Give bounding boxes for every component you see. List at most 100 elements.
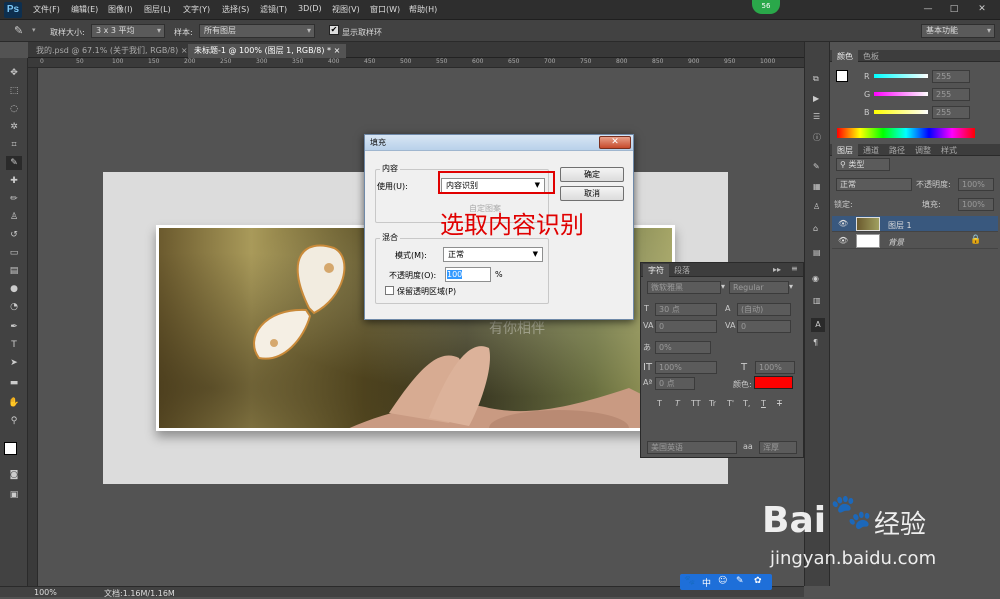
menu-file[interactable]: 文件(F) — [33, 4, 60, 15]
language-select[interactable]: 美国英语 — [647, 441, 737, 454]
smiley-icon[interactable]: ☺ — [718, 576, 727, 586]
menu-help[interactable]: 帮助(H) — [409, 4, 437, 15]
menu-type[interactable]: 文字(Y) — [183, 4, 210, 15]
baseline-shift-input[interactable]: 0 点 — [655, 377, 695, 390]
r-slider[interactable] — [874, 74, 928, 78]
character-panel-icon[interactable]: A — [811, 318, 825, 332]
info-icon[interactable]: ⓘ — [813, 132, 821, 143]
font-family-select[interactable]: 微软雅黑 — [647, 281, 721, 294]
gradient-tool-icon[interactable]: ▤ — [6, 264, 22, 278]
tracking-input[interactable]: 0 — [737, 320, 791, 333]
layer-name[interactable]: 图层 1 — [888, 220, 912, 231]
vertical-scale-input[interactable]: 100% — [655, 361, 717, 374]
visibility-eye-icon[interactable]: 👁 — [838, 236, 848, 245]
panel-menu-icon[interactable]: ≡ — [791, 264, 798, 273]
screen-mode-icon[interactable]: ▣ — [6, 488, 22, 502]
color-ramp[interactable] — [837, 128, 975, 138]
font-size-input[interactable]: 30 点 — [655, 303, 717, 316]
tab-my-psd[interactable]: 我的.psd @ 67.1% (关于我们, RGB/8) × — [30, 44, 194, 58]
paragraph-panel-icon[interactable]: ¶ — [813, 338, 818, 347]
layer-filter-select[interactable]: ⚲ 类型 — [836, 158, 890, 171]
crop-tool-icon[interactable]: ⌗ — [6, 138, 22, 152]
ok-button[interactable]: 确定 — [560, 167, 624, 182]
g-slider[interactable] — [874, 92, 928, 96]
layer-opacity-input[interactable]: 100% — [958, 178, 994, 191]
path-selection-tool-icon[interactable]: ➤ — [6, 356, 22, 370]
dodge-tool-icon[interactable]: ◔ — [6, 300, 22, 314]
pencil-icon[interactable]: ✎ — [736, 576, 744, 586]
tool-presets-icon[interactable]: ⌂ — [813, 224, 818, 233]
layer-name[interactable]: 背景 — [888, 237, 904, 248]
layer-fill-input[interactable]: 100% — [958, 198, 994, 211]
visibility-eye-icon[interactable]: 👁 — [838, 219, 848, 228]
eraser-tool-icon[interactable]: ▭ — [6, 246, 22, 260]
eyedropper-tool-icon[interactable]: ✎ — [6, 156, 22, 170]
eyedropper-tool-icon[interactable]: ✎ — [14, 24, 23, 37]
tsume-input[interactable]: 0% — [655, 341, 711, 354]
tab-character[interactable]: 字符 — [643, 264, 669, 277]
magic-wand-tool-icon[interactable]: ✲ — [6, 120, 22, 134]
menu-window[interactable]: 窗口(W) — [370, 4, 400, 15]
faux-bold-icon[interactable]: T — [657, 399, 662, 408]
rectangle-tool-icon[interactable]: ▬ — [6, 376, 22, 390]
preserve-transparency-checkbox[interactable] — [385, 286, 394, 295]
tab-swatches[interactable]: 色板 — [858, 50, 884, 63]
hand-tool-icon[interactable]: ✋ — [6, 396, 22, 410]
superscript-icon[interactable]: T' — [727, 399, 734, 408]
close-tab-icon[interactable]: × — [334, 46, 341, 55]
tool-preset-chevron-icon[interactable]: ▾ — [32, 26, 36, 34]
menu-image[interactable]: 图像(I) — [108, 4, 133, 15]
tab-color[interactable]: 颜色 — [832, 50, 858, 63]
blur-tool-icon[interactable]: ● — [6, 282, 22, 296]
type-tool-icon[interactable]: T — [6, 338, 22, 352]
move-tool-icon[interactable]: ✥ — [6, 66, 22, 80]
foreground-color-swatch[interactable] — [4, 442, 17, 455]
collapse-panel-icon[interactable]: ▸▸ — [773, 265, 781, 274]
anti-aliasing-select[interactable]: 浑厚 — [759, 441, 797, 454]
maximize-button[interactable]: □ — [944, 2, 964, 16]
history-brush-tool-icon[interactable]: ↺ — [6, 228, 22, 242]
faux-italic-icon[interactable]: T — [675, 399, 680, 408]
layer-blend-select[interactable]: 正常 — [836, 178, 912, 191]
sample-select[interactable]: 所有图层 ▾ — [199, 24, 315, 38]
paw-icon[interactable]: 🐾 — [684, 576, 695, 586]
chinese-input-icon[interactable]: 中 — [702, 576, 711, 589]
properties-icon[interactable]: ☰ — [813, 112, 820, 121]
menu-edit[interactable]: 编辑(E) — [71, 4, 98, 15]
workspace-select[interactable]: 基本功能 ▾ — [921, 24, 995, 38]
brush-panel-icon[interactable]: ▦ — [813, 182, 821, 191]
all-caps-icon[interactable]: TT — [691, 399, 701, 408]
zoom-tool-icon[interactable]: ⚲ — [6, 414, 22, 428]
tab-channels[interactable]: 通道 — [858, 144, 884, 157]
horizontal-scale-input[interactable]: 100% — [755, 361, 795, 374]
kuler-icon[interactable]: ◉ — [812, 274, 819, 283]
b-input[interactable]: 255 — [932, 106, 970, 119]
sample-size-select[interactable]: 3 x 3 平均 ▾ — [91, 24, 165, 38]
menu-filter[interactable]: 滤镜(T) — [260, 4, 287, 15]
underline-icon[interactable]: T — [761, 399, 766, 408]
close-window-button[interactable]: ✕ — [972, 2, 992, 16]
settings-icon[interactable]: ✿ — [754, 576, 762, 586]
font-family-chevron-icon[interactable]: ▾ — [721, 282, 725, 291]
close-tab-icon[interactable]: × — [181, 46, 188, 55]
font-style-chevron-icon[interactable]: ▾ — [789, 282, 793, 291]
menu-select[interactable]: 选择(S) — [222, 4, 249, 15]
cancel-button[interactable]: 取消 — [560, 186, 624, 201]
font-style-select[interactable]: Regular — [729, 281, 789, 294]
subscript-icon[interactable]: T, — [743, 399, 750, 408]
color-foreground-swatch[interactable] — [836, 70, 848, 82]
notes-icon[interactable]: ▤ — [813, 248, 821, 257]
tab-paths[interactable]: 路径 — [884, 144, 910, 157]
strikethrough-icon[interactable]: T — [777, 399, 782, 408]
menu-layer[interactable]: 图层(L) — [144, 4, 171, 15]
history-icon[interactable]: ⧉ — [813, 74, 819, 84]
r-input[interactable]: 255 — [932, 70, 970, 83]
lasso-tool-icon[interactable]: ◌ — [6, 102, 22, 116]
zoom-level[interactable]: 100% — [34, 588, 57, 597]
menu-view[interactable]: 视图(V) — [332, 4, 360, 15]
layer-row[interactable]: 👁 图层 1 — [832, 216, 998, 232]
tab-paragraph[interactable]: 段落 — [669, 264, 695, 277]
quick-mask-icon[interactable]: ◙ — [6, 468, 22, 482]
b-slider[interactable] — [874, 110, 928, 114]
dialog-close-button[interactable]: ✕ — [599, 136, 631, 149]
